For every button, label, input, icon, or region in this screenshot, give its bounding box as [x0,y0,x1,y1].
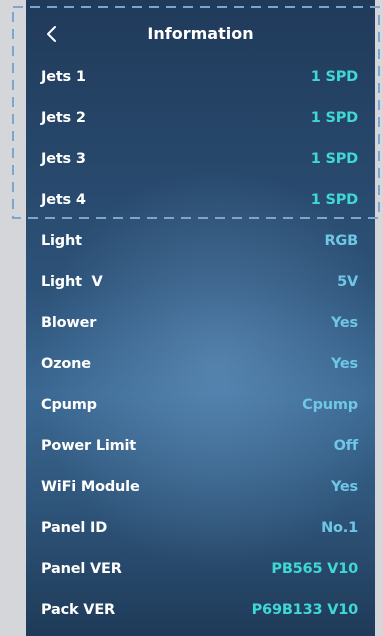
info-row-jets-4: Jets 4 1 SPD [26,180,375,220]
info-value: 1 SPD [310,151,358,167]
information-panel: Information Jets 1 1 SPD Jets 2 1 SPD Je… [26,0,375,636]
info-value: 1 SPD [310,192,358,208]
info-value: RGB [324,233,358,249]
info-value: No.1 [321,520,358,536]
page-title: Information [147,24,254,43]
info-row-light-v: Light V 5V [26,262,375,302]
info-row-cpump: Cpump Cpump [26,385,375,425]
info-value: 1 SPD [310,69,358,85]
info-value: Yes [330,315,358,331]
info-label: Jets 2 [41,110,86,126]
info-row-wifi-module: WiFi Module Yes [26,467,375,507]
info-label: Blower [41,315,97,331]
info-label: Light [41,233,82,249]
info-label: Light V [41,274,103,290]
info-row-ozone: Ozone Yes [26,344,375,384]
info-row-jets-1: Jets 1 1 SPD [26,57,375,97]
info-label: Panel ID [41,520,108,536]
info-label: WiFi Module [41,479,140,495]
info-label: Pack VER [41,602,116,618]
info-value: 1 SPD [310,110,358,126]
info-label: Cpump [41,397,97,413]
info-row-panel-id: Panel ID No.1 [26,508,375,548]
info-row-pack-ver: Pack VER P69B133 V10 [26,590,375,630]
info-label: Jets 1 [41,69,86,85]
info-label: Panel VER [41,561,122,577]
info-label: Ozone [41,356,91,372]
info-value: Yes [330,356,358,372]
info-value: Yes [330,479,358,495]
info-row-power-limit: Power Limit Off [26,426,375,466]
info-label: Jets 4 [41,192,86,208]
info-value: Cpump [302,397,358,413]
info-value: Off [333,438,359,454]
info-label: Jets 3 [41,151,86,167]
info-label: Power Limit [41,438,137,454]
info-row-panel-ver: Panel VER PB565 V10 [26,549,375,589]
info-row-light: Light RGB [26,221,375,261]
info-value: P69B133 V10 [251,602,359,618]
info-row-blower: Blower Yes [26,303,375,343]
info-value: 5V [337,274,358,290]
info-value: PB565 V10 [271,561,358,577]
info-row-jets-2: Jets 2 1 SPD [26,98,375,138]
header-bar: Information [26,14,375,54]
info-row-jets-3: Jets 3 1 SPD [26,139,375,179]
